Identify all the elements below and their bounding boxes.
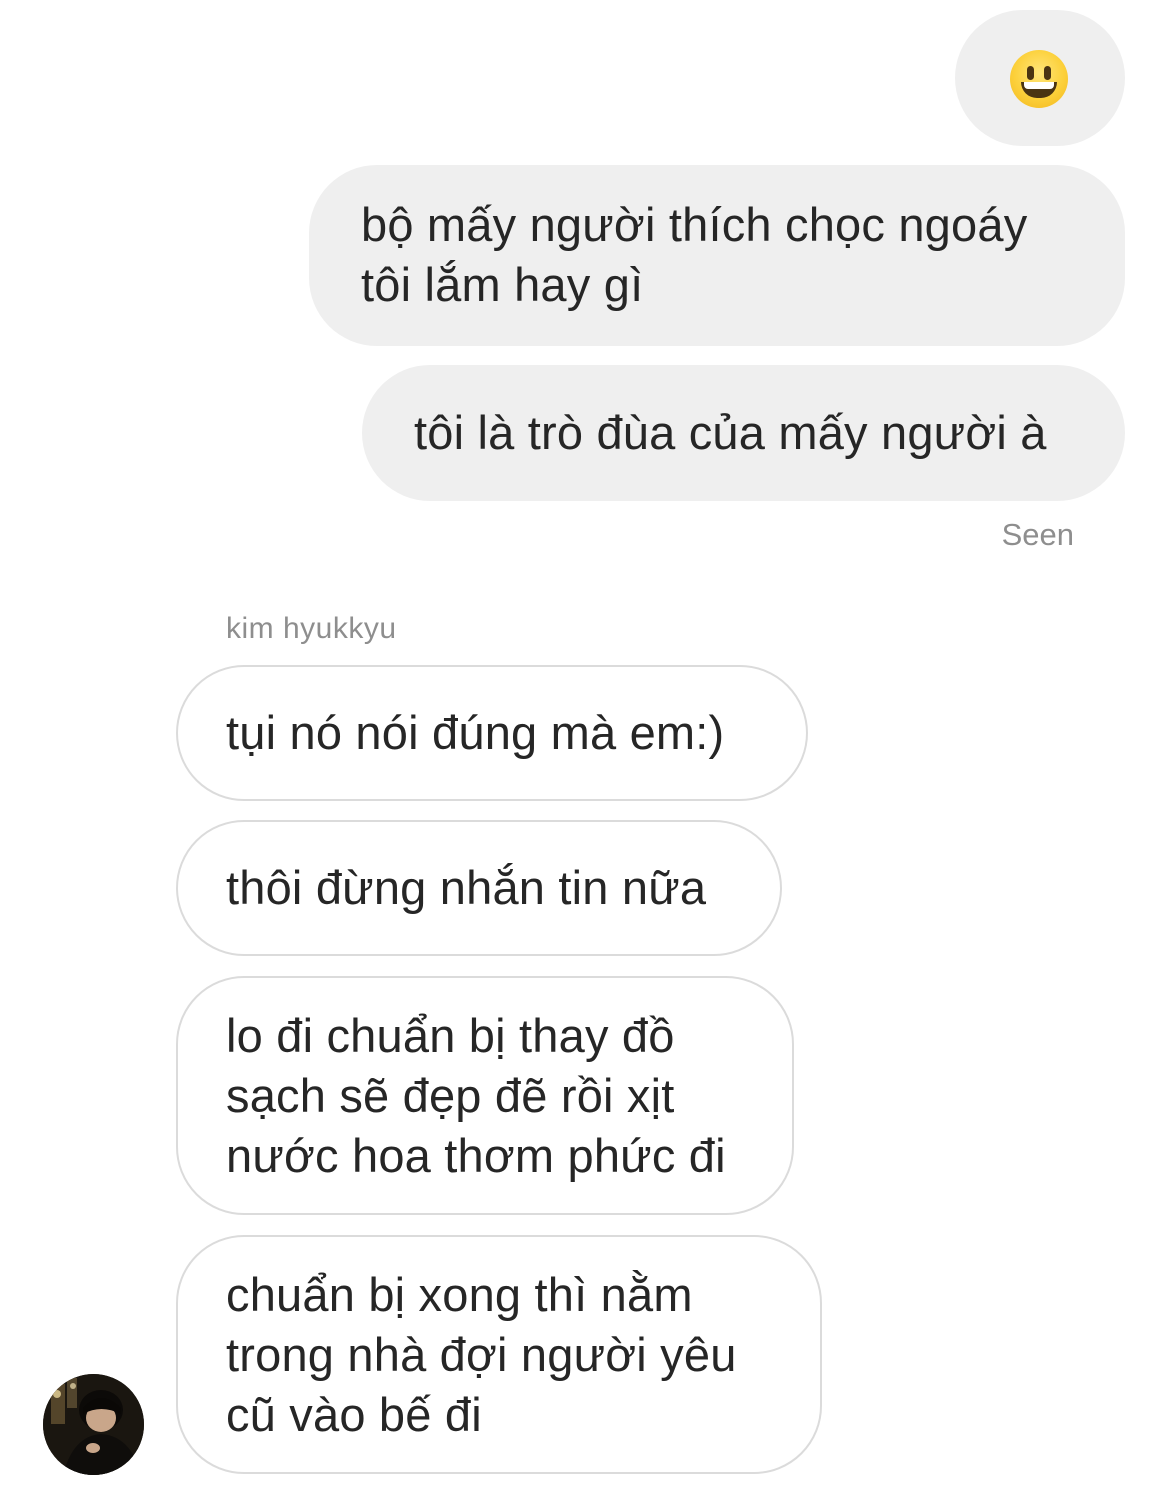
incoming-message-text: tụi nó nói đúng mà em:): [226, 706, 725, 759]
incoming-message[interactable]: tụi nó nói đúng mà em:): [176, 665, 808, 801]
seen-status: Seen: [1001, 517, 1074, 552]
incoming-message-text: chuẩn bị xong thì nằm trong nhà đợi ngườ…: [226, 1268, 737, 1441]
outgoing-message[interactable]: bộ mấy người thích chọc ngoáy tôi lắm ha…: [309, 165, 1125, 346]
outgoing-message[interactable]: tôi là trò đùa của mấy người à: [362, 365, 1125, 501]
incoming-message-text: thôi đừng nhắn tin nữa: [226, 861, 707, 914]
outgoing-message-emoji[interactable]: [955, 10, 1125, 146]
outgoing-message-text: tôi là trò đùa của mấy người à: [414, 406, 1047, 459]
incoming-message-text: lo đi chuẩn bị thay đồ sạch sẽ đẹp đẽ rồ…: [226, 1009, 726, 1182]
sender-name: kim hyukkyu: [226, 612, 397, 645]
outgoing-message-text: bộ mấy người thích chọc ngoáy tôi lắm ha…: [361, 198, 1028, 311]
avatar[interactable]: [43, 1374, 144, 1475]
incoming-message[interactable]: lo đi chuẩn bị thay đồ sạch sẽ đẹp đẽ rồ…: [176, 976, 794, 1215]
incoming-message[interactable]: chuẩn bị xong thì nằm trong nhà đợi ngườ…: [176, 1235, 822, 1474]
grinning-face-emoji-icon: [1010, 50, 1068, 108]
avatar-photo-icon: [43, 1374, 144, 1475]
incoming-message[interactable]: thôi đừng nhắn tin nữa: [176, 820, 782, 956]
